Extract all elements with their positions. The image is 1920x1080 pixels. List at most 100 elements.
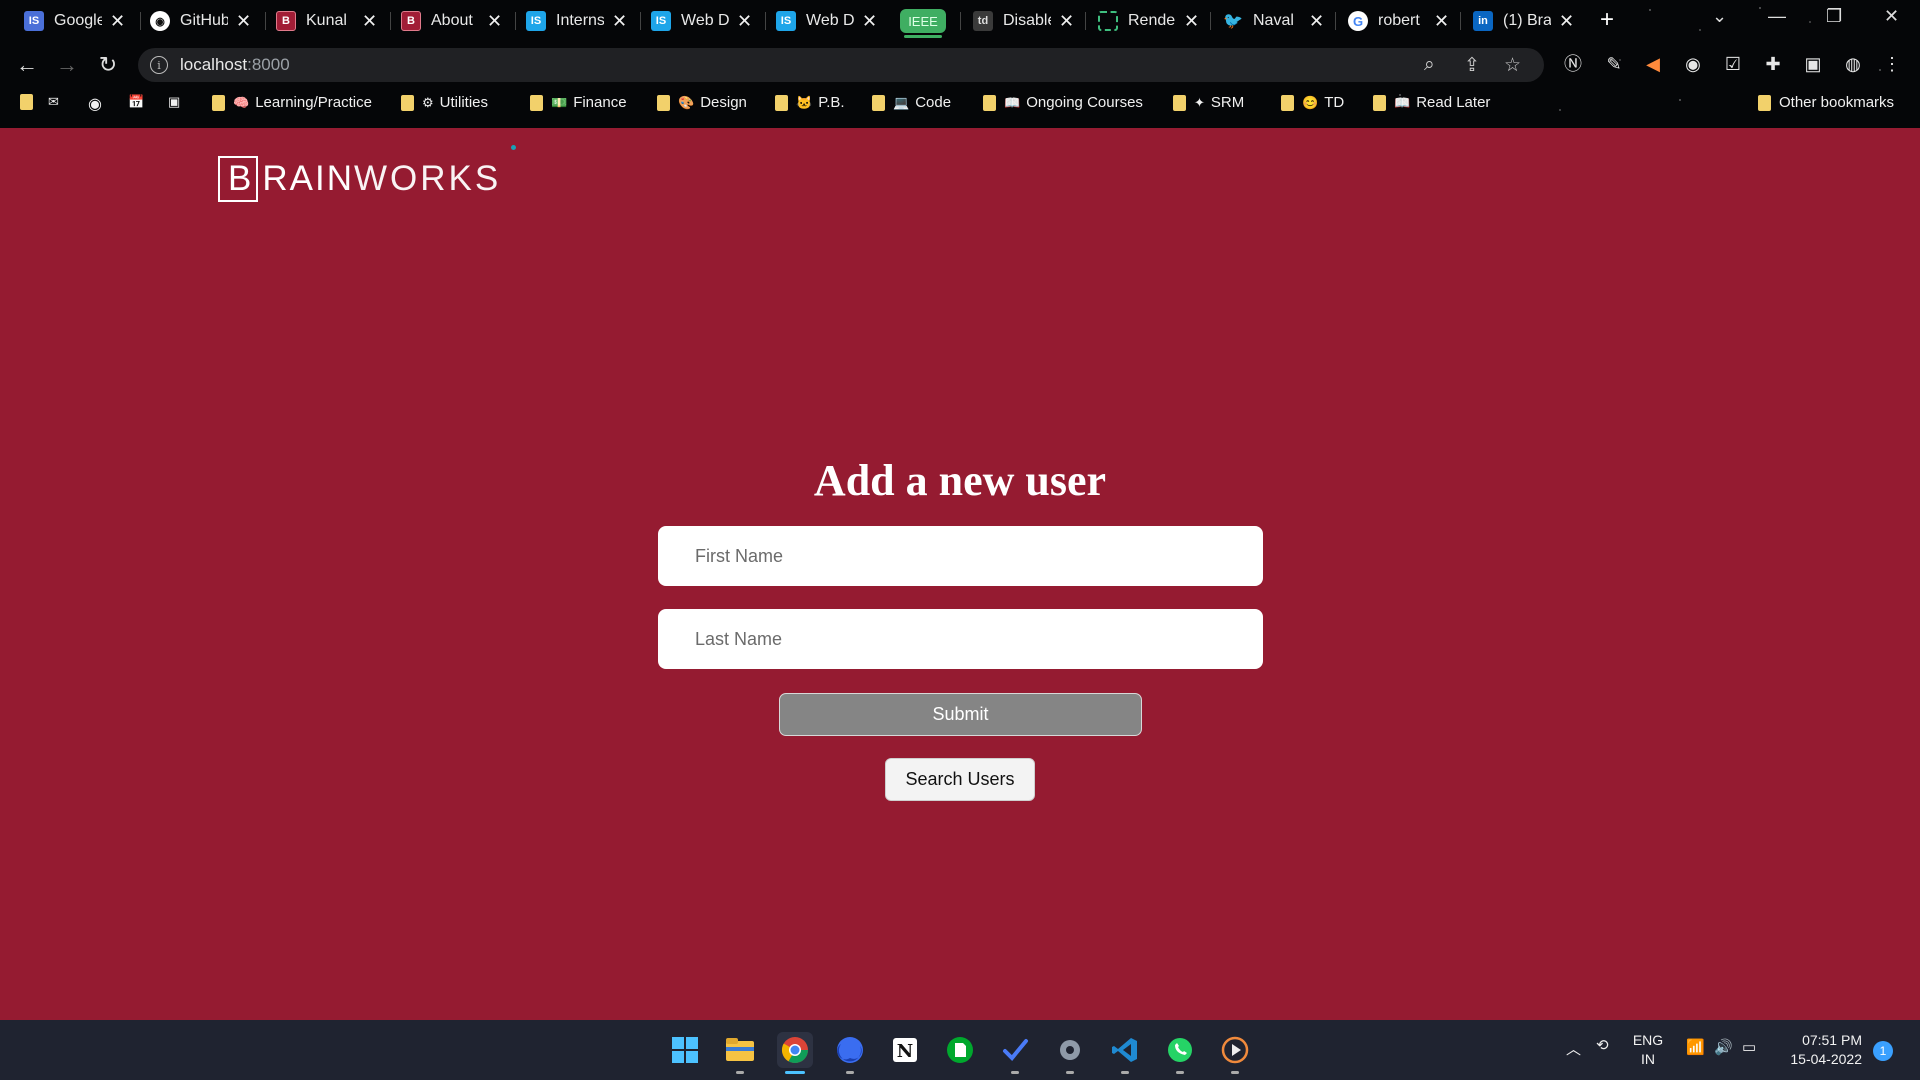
bookmark-srm[interactable]: ✦ SRM	[1173, 94, 1244, 111]
last-name-input[interactable]	[658, 609, 1263, 669]
close-icon[interactable]: ✕	[1059, 11, 1074, 32]
toggle-extension-icon[interactable]: ☑	[1723, 54, 1743, 74]
vscode-icon[interactable]	[1107, 1032, 1143, 1074]
sync-icon[interactable]: ⟲	[1596, 1036, 1609, 1054]
bookmark-td[interactable]: 😊 TD	[1281, 94, 1344, 111]
bookmark-github[interactable]: ◉	[88, 94, 108, 114]
tab-interns[interactable]: IS Interns ✕	[526, 6, 627, 36]
tab-group-ieee[interactable]: IEEE	[900, 9, 946, 38]
tab-web-d-2[interactable]: IS Web D ✕	[776, 6, 877, 36]
folder-icon	[530, 94, 543, 111]
bookmark-learning[interactable]: 🧠 Learning/Practice	[212, 94, 372, 111]
volume-icon[interactable]: 🔊	[1714, 1038, 1733, 1056]
bookmark-utilities[interactable]: ⚙ Utilities	[401, 94, 488, 111]
restore-icon[interactable]: ❐	[1826, 6, 1842, 27]
extensions-puzzle-icon[interactable]: ✚	[1763, 54, 1783, 74]
mute-extension-icon[interactable]: ◀	[1643, 54, 1663, 74]
folder-icon	[657, 94, 670, 111]
tab-linkedin[interactable]: in (1) Bra ✕	[1473, 6, 1574, 36]
close-icon[interactable]: ✕	[487, 11, 502, 32]
notification-badge[interactable]: 1	[1873, 1041, 1893, 1061]
tab-google[interactable]: IS Google ✕	[24, 6, 125, 36]
close-icon[interactable]: ✕	[362, 11, 377, 32]
tab-title: (1) Bra	[1503, 12, 1551, 29]
close-icon[interactable]: ✕	[1559, 11, 1574, 32]
bookmark-other[interactable]: Other bookmarks	[1758, 94, 1894, 111]
new-tab-icon[interactable]: +	[1600, 6, 1614, 34]
media-player-icon[interactable]	[1217, 1032, 1253, 1074]
brain-icon: 🧠	[233, 94, 250, 110]
back-icon[interactable]: ←	[14, 52, 40, 78]
close-icon[interactable]: ✕	[1309, 11, 1324, 32]
close-icon[interactable]: ✕	[737, 11, 752, 32]
evernote-icon[interactable]	[942, 1032, 978, 1068]
brainworks-logo[interactable]: B RAIN WORKS	[218, 156, 501, 202]
notion-extension-icon[interactable]: Ⓝ	[1563, 54, 1583, 74]
notion-icon[interactable]: N	[887, 1032, 923, 1068]
clock-date: 15-04-2022	[1790, 1051, 1862, 1067]
bookmark-folder[interactable]	[20, 94, 41, 110]
pen-extension-icon[interactable]: ✎	[1604, 54, 1624, 74]
language-code: ENG	[1632, 1032, 1664, 1048]
bookmark-mail[interactable]: ✉	[48, 94, 65, 110]
language-indicator[interactable]: ENG IN	[1630, 1031, 1666, 1069]
side-panel-icon[interactable]: ▣	[1803, 54, 1823, 74]
tab-search-chevron-icon[interactable]: ⌄	[1712, 6, 1727, 27]
reload-icon[interactable]: ↻	[95, 52, 121, 78]
bookmark-finance[interactable]: 💵 Finance	[530, 94, 627, 111]
bookmark-design[interactable]: 🎨 Design	[657, 94, 747, 111]
tab-about[interactable]: B About ✕	[401, 6, 502, 36]
profile-avatar-icon[interactable]: ◍	[1843, 54, 1863, 74]
todo-icon[interactable]	[997, 1032, 1033, 1074]
first-name-input[interactable]	[658, 526, 1263, 586]
minimize-icon[interactable]: —	[1768, 6, 1786, 27]
share-icon[interactable]: ⇪	[1464, 54, 1480, 77]
bookmarks-bar: ✉ ◉ 📅 ▣ 🧠 Learning/Practice ⚙ Utilities 💵 F…	[0, 92, 1920, 120]
bookmark-ongoing-courses[interactable]: 📖 Ongoing Courses	[983, 94, 1143, 111]
folder-icon	[1281, 94, 1294, 111]
forward-icon[interactable]: →	[54, 52, 80, 78]
tab-disable[interactable]: td Disable ✕	[973, 6, 1074, 36]
file-explorer-icon[interactable]	[722, 1032, 758, 1074]
wifi-icon[interactable]: 📶	[1686, 1038, 1705, 1056]
chrome-icon[interactable]	[777, 1032, 813, 1074]
bookmark-read-later[interactable]: 📖 Read Later	[1373, 94, 1490, 111]
folder-icon	[872, 94, 885, 111]
bookmark-code[interactable]: 💻 Code	[872, 94, 951, 111]
calendar-icon: 📅	[128, 94, 145, 109]
close-icon[interactable]: ✕	[1434, 11, 1449, 32]
folder-icon	[775, 94, 788, 111]
close-icon[interactable]: ✕	[110, 11, 125, 32]
submit-button[interactable]: Submit	[779, 693, 1142, 736]
close-icon[interactable]: ✕	[1184, 11, 1199, 32]
tab-kunal[interactable]: B Kunal ✕	[276, 6, 377, 36]
battery-icon[interactable]: ▭	[1742, 1038, 1756, 1056]
clock[interactable]: 07:51 PM 15-04-2022	[1778, 1031, 1862, 1069]
tab-naval[interactable]: 🐦 Naval ✕	[1223, 6, 1324, 36]
bookmark-star-icon[interactable]: ☆	[1504, 54, 1521, 77]
whatsapp-icon[interactable]	[1162, 1032, 1198, 1074]
palette-icon: 🎨	[678, 94, 695, 110]
menu-kebab-icon[interactable]: ⋮	[1882, 54, 1902, 74]
eye-extension-icon[interactable]: ◉	[1683, 54, 1703, 74]
tab-web-d-1[interactable]: IS Web D ✕	[651, 6, 752, 36]
bookmark-pb[interactable]: 🐱 P.B.	[775, 94, 845, 111]
start-icon[interactable]	[667, 1032, 703, 1068]
zoom-icon[interactable]: ⌕	[1424, 54, 1435, 76]
site-info-icon[interactable]: i	[150, 56, 168, 74]
close-icon[interactable]: ✕	[612, 11, 627, 32]
bookmark-label: SRM	[1210, 94, 1245, 111]
window-close-icon[interactable]: ✕	[1884, 6, 1899, 27]
settings-icon[interactable]	[1052, 1032, 1088, 1074]
close-icon[interactable]: ✕	[236, 11, 251, 32]
firefox-icon[interactable]	[832, 1032, 868, 1074]
tab-render[interactable]: Render ✕	[1098, 6, 1199, 36]
close-icon[interactable]: ✕	[862, 11, 877, 32]
bookmark-app[interactable]: ▣	[168, 94, 186, 110]
address-bar[interactable]: i localhost:8000 ⌕ ⇪ ☆	[138, 48, 1544, 82]
tab-github[interactable]: ◉ GitHub ✕	[150, 6, 251, 36]
search-users-button[interactable]: Search Users	[885, 758, 1035, 801]
show-hidden-icons-chevron-icon[interactable]: ︿	[1566, 1038, 1581, 1059]
tab-robert[interactable]: G robert ✕	[1348, 6, 1449, 36]
bookmark-calendar[interactable]: 📅	[128, 94, 150, 110]
